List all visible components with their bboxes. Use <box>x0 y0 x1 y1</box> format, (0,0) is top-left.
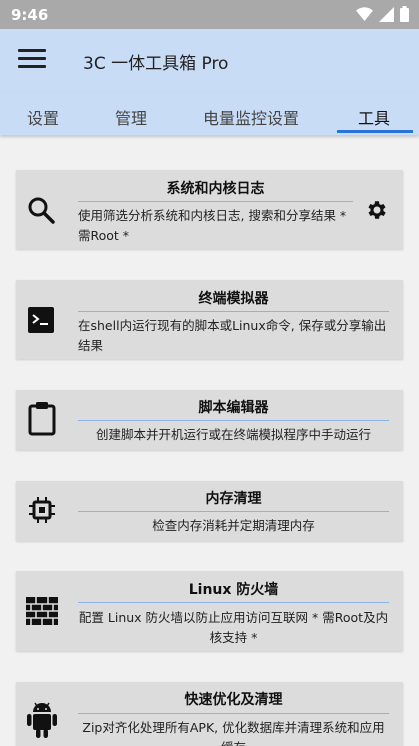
tool-description-line: 检查内存消耗并定期清理内存 <box>152 518 315 533</box>
tool-description-line: 需Root * <box>78 228 130 243</box>
tool-title: 快速优化及清理 <box>184 692 283 708</box>
tool-description-line: 核支持 * <box>209 630 258 645</box>
tool-description-line: Zip对齐化处理所有APK, 优化数据库并清理系统和应用 <box>82 720 385 735</box>
clipboard-icon <box>28 402 56 436</box>
tool-description-line: 结果 <box>78 338 104 353</box>
android-icon <box>27 702 57 738</box>
tool-card-optimize-clean[interactable]: 快速优化及清理 Zip对齐化处理所有APK, 优化数据库并清理系统和应用 缓存 <box>16 682 403 746</box>
title-divider <box>78 511 389 512</box>
title-divider <box>78 602 389 603</box>
tool-card-logs[interactable]: 系统和内核日志 使用筛选分析系统和内核日志, 搜索和分享结果 * 需Root * <box>16 170 403 249</box>
tab-indicator <box>337 130 413 133</box>
gear-icon[interactable] <box>365 198 389 222</box>
tool-description: 检查内存消耗并定期清理内存 <box>78 516 389 536</box>
tab-bar: 设置 管理 电量监控设置 工具 <box>0 93 419 135</box>
memory-chip-icon <box>29 497 55 523</box>
title-divider <box>78 201 353 202</box>
title-divider <box>78 420 389 421</box>
tool-card-firewall[interactable]: Linux 防火墙 配置 Linux 防火墙以防止应用访问互联网 * 需Root… <box>16 571 403 651</box>
tool-description-line: 在shell内运行现有的脚本或Linux命令, 保存或分享输出 <box>78 318 387 333</box>
title-divider <box>78 311 389 312</box>
tool-card-terminal[interactable]: 终端模拟器 在shell内运行现有的脚本或Linux命令, 保存或分享输出 结果 <box>16 280 403 359</box>
tool-description: 配置 Linux 防火墙以防止应用访问互联网 * 需Root及内 核支持 * <box>78 608 389 648</box>
search-icon <box>28 197 55 224</box>
tab-manage[interactable]: 管理 <box>115 105 147 129</box>
menu-icon[interactable] <box>18 49 46 73</box>
tool-description-line: 缓存 <box>78 738 389 746</box>
tool-title: 终端模拟器 <box>198 291 269 307</box>
tool-title: 脚本编辑器 <box>198 400 269 416</box>
firewall-icon <box>26 597 58 625</box>
tab-tools[interactable]: 工具 <box>358 105 390 129</box>
tool-title: 内存清理 <box>205 491 262 507</box>
battery-icon <box>400 6 409 22</box>
terminal-icon <box>28 307 54 333</box>
tool-description: 在shell内运行现有的脚本或Linux命令, 保存或分享输出 结果 <box>78 316 396 356</box>
tool-description-line: 使用筛选分析系统和内核日志, 搜索和分享结果 * <box>78 208 347 223</box>
status-bar: 9:46 <box>0 0 419 29</box>
tool-description: Zip对齐化处理所有APK, 优化数据库并清理系统和应用 缓存 <box>78 718 389 746</box>
tool-description-line: 创建脚本并开机运行或在终端模拟程序中手动运行 <box>95 427 371 442</box>
tool-title: 系统和内核日志 <box>166 181 265 197</box>
tool-description: 创建脚本并开机运行或在终端模拟程序中手动运行 <box>78 425 389 445</box>
wifi-icon <box>356 7 373 21</box>
status-time: 9:46 <box>11 6 49 24</box>
tool-description: 使用筛选分析系统和内核日志, 搜索和分享结果 * 需Root * <box>78 206 363 246</box>
tab-settings[interactable]: 设置 <box>27 105 59 129</box>
app-bar: 3C 一体工具箱 Pro <box>0 29 419 93</box>
tool-card-memory-cleaner[interactable]: 内存清理 检查内存消耗并定期清理内存 <box>16 481 403 541</box>
tool-title: Linux 防火墙 <box>188 582 279 598</box>
status-icons <box>356 6 409 22</box>
title-divider <box>78 713 389 714</box>
cell-signal-icon <box>379 6 394 22</box>
tool-card-script-editor[interactable]: 脚本编辑器 创建脚本并开机运行或在终端模拟程序中手动运行 <box>16 390 403 450</box>
tool-description-line: 配置 Linux 防火墙以防止应用访问互联网 * 需Root及内 <box>78 610 389 625</box>
tab-battery-monitor-settings[interactable]: 电量监控设置 <box>203 105 299 129</box>
app-title: 3C 一体工具箱 Pro <box>83 54 229 74</box>
